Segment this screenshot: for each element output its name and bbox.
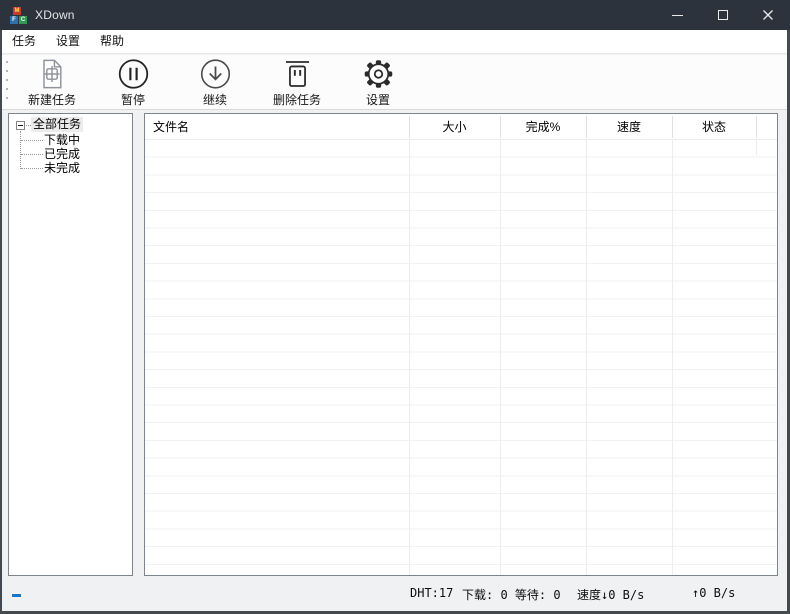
minimize-icon: [672, 15, 683, 16]
table-body: [145, 140, 777, 575]
grid-line: [500, 140, 501, 575]
settings-button[interactable]: 设置: [340, 57, 416, 108]
menu-task[interactable]: 任务: [2, 30, 46, 53]
pause-icon: [116, 58, 151, 90]
tree-expander-icon[interactable]: [16, 121, 25, 130]
minus-glyph: [18, 125, 23, 126]
close-icon: [762, 9, 774, 21]
task-table: 文件名 大小 完成% 速度 状态: [144, 113, 778, 576]
grid-line: [586, 140, 587, 575]
menubar: 任务 设置 帮助: [2, 30, 787, 54]
maximize-button[interactable]: [700, 0, 745, 30]
grid-line: [756, 140, 757, 155]
column-separator[interactable]: [672, 116, 673, 138]
task-tree-panel: 全部任务 下载中 已完成 未完成: [8, 113, 133, 576]
grid-line: [409, 140, 410, 575]
status-dht: DHT:17: [410, 586, 453, 600]
column-separator[interactable]: [586, 116, 587, 138]
tree-connector: [21, 168, 43, 169]
statusbar-blue-dash: [12, 594, 21, 597]
table-header: 文件名 大小 完成% 速度 状态: [145, 114, 777, 140]
column-header-status[interactable]: 状态: [672, 114, 756, 140]
tree-item-incomplete[interactable]: 未完成: [44, 161, 80, 175]
logo-block-green: C: [19, 16, 27, 24]
new-task-label: 新建任务: [28, 91, 76, 108]
xdown-window: M F C XDown 任务 设置: [0, 0, 790, 614]
column-header-filename[interactable]: 文件名: [145, 114, 409, 140]
delete-task-button[interactable]: 删除任务: [259, 57, 335, 108]
titlebar: M F C XDown: [0, 0, 790, 30]
column-header-progress[interactable]: 完成%: [500, 114, 586, 140]
column-header-size[interactable]: 大小: [409, 114, 500, 140]
tree-item-completed[interactable]: 已完成: [44, 147, 80, 161]
status-download-speed: 速度↓0 B/s: [577, 586, 644, 603]
window-title: XDown: [35, 8, 75, 22]
status-upload-speed: ↑0 B/s: [692, 586, 735, 600]
grid-line: [672, 140, 673, 575]
new-task-button[interactable]: 新建任务: [14, 57, 90, 108]
pause-label: 暂停: [121, 91, 145, 108]
tree-item-all-tasks[interactable]: 全部任务: [31, 117, 83, 132]
resume-button[interactable]: 继续: [177, 57, 253, 108]
tree-connector: [21, 140, 43, 141]
delete-task-label: 删除任务: [273, 91, 321, 108]
column-header-speed[interactable]: 速度: [586, 114, 672, 140]
settings-icon: [361, 58, 396, 90]
logo-block-red: M: [13, 7, 21, 15]
pause-button[interactable]: 暂停: [95, 57, 171, 108]
tree-guide-line: [20, 131, 21, 169]
menu-help[interactable]: 帮助: [90, 30, 134, 53]
maximize-icon: [718, 10, 728, 20]
delete-task-icon: [280, 58, 315, 90]
close-button[interactable]: [745, 0, 790, 30]
status-queue: 下载: 0 等待: 0: [462, 586, 561, 603]
column-separator[interactable]: [409, 116, 410, 138]
window-body: M F C XDown 任务 设置: [2, 0, 787, 611]
resume-icon: [198, 58, 233, 90]
column-separator[interactable]: [500, 116, 501, 138]
statusbar: DHT:17 下载: 0 等待: 0 速度↓0 B/s ↑0 B/s: [2, 576, 787, 611]
new-task-icon: [35, 58, 69, 90]
logo-block-blue: F: [10, 16, 18, 24]
menu-settings[interactable]: 设置: [46, 30, 90, 53]
minimize-button[interactable]: [655, 0, 700, 30]
app-logo-icon: M F C: [10, 7, 27, 24]
settings-label: 设置: [366, 91, 390, 108]
tree-item-downloading[interactable]: 下载中: [44, 133, 80, 147]
window-controls: [655, 0, 790, 30]
toolbar: 新建任务 暂停 继续: [2, 55, 787, 110]
column-separator[interactable]: [756, 116, 757, 138]
toolbar-gripper[interactable]: [6, 61, 8, 101]
tree-connector: [21, 154, 43, 155]
resume-label: 继续: [203, 91, 227, 108]
